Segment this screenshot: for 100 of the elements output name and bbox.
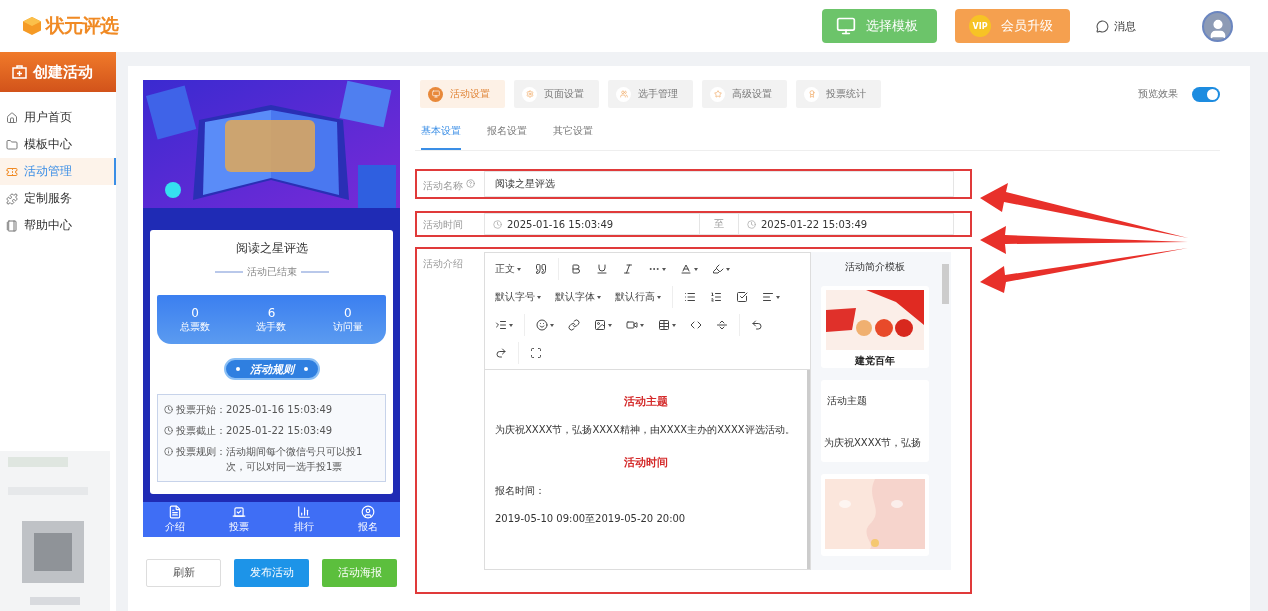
caret-icon — [550, 323, 554, 327]
dot-icon — [303, 367, 308, 371]
refresh-button[interactable]: 刷新 — [146, 559, 221, 587]
stat-label: 访问量 — [332, 319, 363, 334]
content-heading: 活动时间 — [623, 455, 669, 470]
align-icon — [762, 291, 774, 303]
caret-icon — [776, 295, 780, 299]
font-color-icon — [680, 263, 692, 275]
scrollbar[interactable] — [942, 264, 949, 304]
rule-value: 2025-01-16 15:03:49 — [226, 403, 333, 417]
vip-icon: VIP — [969, 15, 991, 37]
sub-tab[interactable]: 报名设置 — [487, 124, 527, 150]
clock-icon — [164, 426, 173, 435]
content-paragraph: 为庆祝XXXX节，弘扬XXXX精神，由XXXX主办的XXXX评选活动。 — [495, 423, 796, 437]
stat-value: 0 — [191, 305, 199, 320]
caret-icon — [672, 323, 676, 327]
doc-icon — [168, 505, 183, 519]
message-icon — [1096, 19, 1109, 33]
end-time-field[interactable]: 2025-01-22 15:03:49 — [739, 218, 953, 230]
template-card[interactable]: 活动主题 为庆祝XXXX节，弘扬 — [821, 380, 929, 462]
nav-item[interactable]: 介绍 — [165, 505, 186, 534]
settings-tab[interactable]: 高级设置 — [702, 80, 787, 108]
avatar[interactable] — [1202, 10, 1233, 42]
toggle-label: 预览效果 — [1138, 87, 1178, 101]
messages-link[interactable]: 消息 — [1114, 18, 1136, 34]
sidebar-item[interactable]: 定制服务 — [0, 185, 116, 212]
rule-label: 投票开始： — [176, 403, 226, 417]
sidebar-item[interactable]: 用户首页 — [0, 104, 116, 131]
range-separator: 至 — [699, 214, 739, 234]
info-icon — [164, 447, 173, 456]
font-family-button[interactable]: 默认字体 — [549, 285, 607, 309]
code-icon — [690, 319, 702, 331]
medkit-icon — [12, 65, 27, 79]
settings-tab[interactable]: 选手管理 — [608, 80, 693, 108]
template-text: 为庆祝XXXX节，弘扬 — [824, 436, 922, 450]
nav-item[interactable]: 投票 — [229, 505, 250, 534]
home-icon — [6, 111, 18, 124]
sidebar-item[interactable]: 活动管理 — [0, 158, 116, 185]
stat-label: 总票数 — [180, 319, 211, 334]
panel-title: 活动简介模板 — [845, 260, 905, 274]
rule-value: 活动期间每个微信号只可以投1次，可以对同一选手投1票 — [226, 445, 364, 474]
fullscreen-icon — [530, 347, 542, 359]
ticket-icon — [6, 165, 18, 178]
sub-tab[interactable]: 基本设置 — [421, 124, 461, 150]
redo-icon — [495, 347, 507, 359]
nav-item[interactable]: 报名 — [357, 505, 378, 534]
caret-icon — [640, 323, 644, 327]
rule-value: 2025-01-22 15:03:49 — [226, 424, 333, 438]
preview-switch[interactable] — [1192, 86, 1220, 102]
content-heading: 活动主题 — [623, 394, 669, 409]
table-icon — [658, 319, 670, 331]
clock-icon — [164, 405, 173, 414]
tab-icon — [710, 86, 725, 102]
name-field[interactable]: 阅读之星评选 — [484, 171, 954, 197]
caret-icon — [509, 323, 513, 327]
line-height-button[interactable]: 默认行高 — [609, 285, 667, 309]
tab-icon — [804, 86, 819, 102]
sidebar-item[interactable]: 帮助中心 — [0, 212, 116, 239]
font-size-button[interactable]: 默认字号 — [489, 285, 547, 309]
publish-button[interactable]: 发布活动 — [234, 559, 309, 587]
tab-icon — [428, 86, 443, 102]
caret-icon — [662, 267, 666, 271]
highlight-icon — [712, 263, 724, 275]
template-card[interactable]: 建党百年 — [821, 286, 929, 368]
chart-icon — [296, 505, 311, 519]
monitor-icon — [836, 16, 856, 36]
undo-icon — [751, 319, 763, 331]
italic-icon — [622, 263, 634, 275]
tab-icon — [616, 86, 631, 102]
todo-icon — [736, 291, 748, 303]
caret-icon — [537, 295, 541, 299]
underline-icon — [596, 263, 608, 275]
rule-label: 投票规则： — [176, 445, 226, 459]
stat-value: 0 — [344, 305, 352, 320]
field-label: 活动时间 — [422, 218, 464, 232]
clock-icon — [493, 219, 502, 229]
create-activity-button[interactable]: 创建活动 — [0, 52, 116, 92]
sidebar-item[interactable]: 模板中心 — [0, 131, 116, 158]
emoji-icon — [536, 319, 548, 331]
sub-tab[interactable]: 其它设置 — [553, 124, 593, 150]
activity-title: 阅读之星评选 — [235, 240, 308, 257]
template-title: 活动主题 — [827, 394, 867, 408]
settings-tab[interactable]: 活动设置 — [420, 80, 505, 108]
nav-item[interactable]: 排行 — [293, 505, 314, 534]
field-label: 活动介绍 — [422, 257, 464, 271]
vote-icon — [232, 505, 247, 519]
logo-icon — [22, 16, 42, 36]
settings-tab[interactable]: 页面设置 — [514, 80, 599, 108]
quote-icon — [535, 263, 547, 275]
content-paragraph: 报名时间： — [495, 484, 546, 498]
paragraph-button[interactable]: 正文 — [489, 257, 527, 281]
dot-icon — [235, 367, 240, 371]
caret-icon — [657, 295, 661, 299]
caret-icon — [608, 323, 612, 327]
numbered-list-icon — [710, 291, 722, 303]
settings-tab[interactable]: 投票统计 — [796, 80, 881, 108]
template-caption: 建党百年 — [855, 354, 895, 368]
caret-icon — [597, 295, 601, 299]
start-time-field[interactable]: 2025-01-16 15:03:49 — [485, 218, 699, 230]
rule-label: 投票截止： — [176, 424, 226, 438]
